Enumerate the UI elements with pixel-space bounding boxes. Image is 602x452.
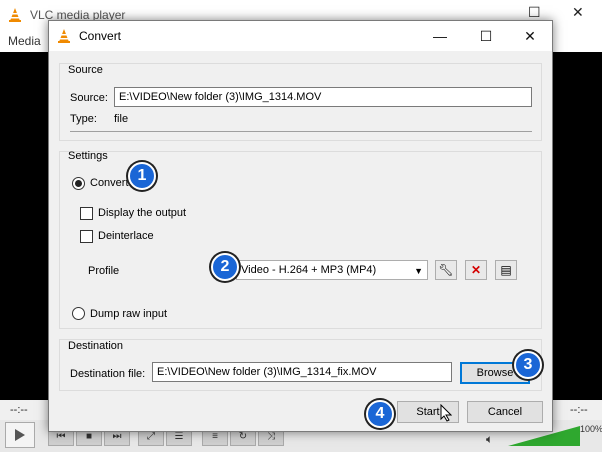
convert-label[interactable]: Convert — [90, 177, 129, 189]
profile-label: Profile — [88, 265, 120, 277]
volume-level: 100% — [580, 424, 602, 434]
vlc-cone-icon — [9, 8, 21, 22]
delete-icon: ✕ — [470, 263, 482, 277]
destination-group-title: Destination — [68, 340, 124, 352]
new-profile-button[interactable]: ▤ — [495, 260, 517, 280]
vlc-cone-icon — [58, 29, 70, 43]
display-output-label[interactable]: Display the output — [98, 207, 186, 219]
convert-radio[interactable] — [72, 177, 85, 190]
minimize-icon[interactable]: — — [417, 21, 463, 51]
dialog-title: Convert — [79, 29, 122, 43]
wrench-icon: 🔧︎ — [438, 263, 454, 277]
dump-raw-radio[interactable] — [72, 307, 85, 320]
dump-raw-label[interactable]: Dump raw input — [90, 308, 167, 320]
callout-3: 3 — [514, 351, 542, 379]
vlc-maximize-icon[interactable]: ☐ — [528, 4, 541, 21]
mouse-cursor-icon — [440, 404, 452, 422]
type-value: file — [114, 113, 129, 125]
type-label: Type: — [70, 113, 97, 125]
close-icon[interactable]: ✕ — [507, 21, 553, 51]
play-icon — [15, 429, 25, 441]
deinterlace-checkbox[interactable] — [80, 230, 93, 243]
delete-profile-button[interactable]: ✕ — [465, 260, 487, 280]
display-output-checkbox[interactable] — [80, 207, 93, 220]
play-button[interactable] — [5, 422, 35, 448]
source-field[interactable]: E:\VIDEO\New folder (3)\IMG_1314.MOV — [114, 87, 532, 107]
source-group: Source Source: E:\VIDEO\New folder (3)\I… — [59, 63, 542, 141]
callout-1: 1 — [128, 162, 156, 190]
destination-file-label: Destination file: — [70, 368, 146, 380]
edit-profile-button[interactable]: 🔧︎ — [435, 260, 457, 280]
source-divider — [70, 131, 532, 132]
profile-select[interactable]: Video - H.264 + MP3 (MP4) ▼ — [236, 260, 428, 280]
callout-4: 4 — [366, 400, 394, 428]
time-remaining: --:-- — [570, 404, 588, 416]
source-group-title: Source — [68, 64, 103, 76]
speaker-icon[interactable]: 🔈︎ — [486, 432, 493, 447]
chevron-down-icon: ▼ — [414, 266, 423, 276]
dialog-titlebar: Convert — ☐ ✕ — [49, 21, 552, 51]
maximize-icon[interactable]: ☐ — [463, 21, 509, 51]
source-label: Source: — [70, 92, 108, 104]
deinterlace-label[interactable]: Deinterlace — [98, 230, 154, 242]
convert-dialog: Convert — ☐ ✕ Source Source: E:\VIDEO\Ne… — [48, 20, 553, 432]
destination-group: Destination Destination file: E:\VIDEO\N… — [59, 339, 542, 391]
profile-value: Video - H.264 + MP3 (MP4) — [241, 264, 377, 276]
settings-group-title: Settings — [68, 150, 108, 162]
time-elapsed: --:-- — [10, 404, 28, 416]
callout-2: 2 — [211, 253, 239, 281]
new-profile-icon: ▤ — [500, 263, 512, 277]
destination-file-field[interactable]: E:\VIDEO\New folder (3)\IMG_1314_fix.MOV — [152, 362, 452, 382]
menu-media[interactable]: Media — [8, 34, 41, 48]
cancel-button[interactable]: Cancel — [467, 401, 543, 423]
vlc-close-icon[interactable]: ✕ — [572, 4, 584, 21]
